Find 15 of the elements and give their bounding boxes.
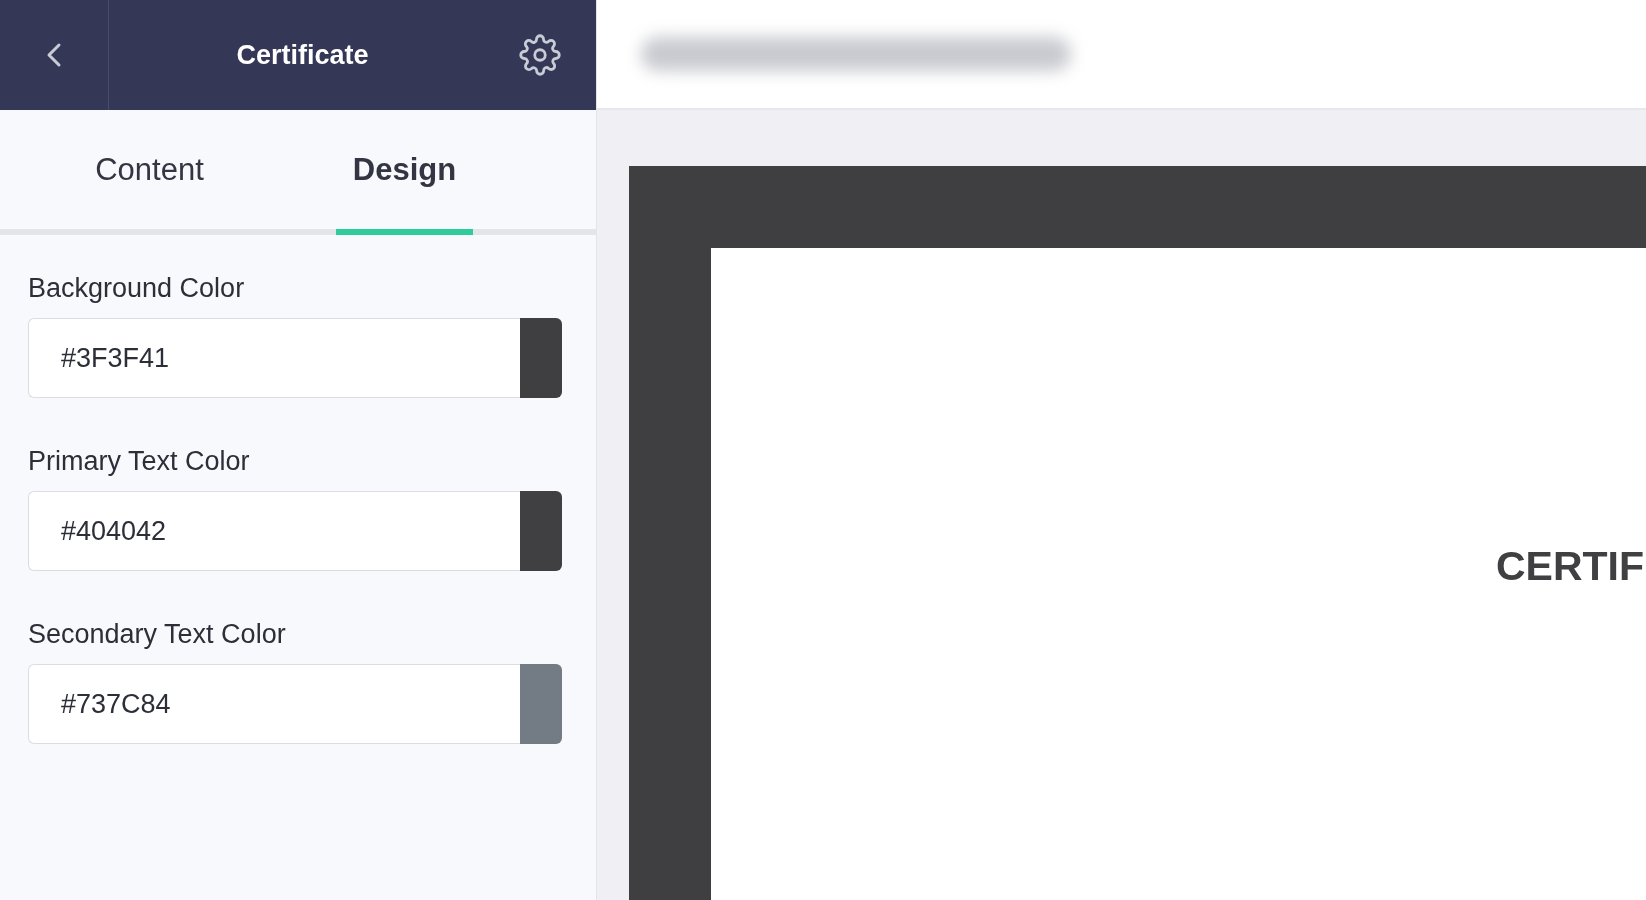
color-swatch[interactable]	[520, 318, 562, 398]
certificate-heading: CERTIF	[1495, 543, 1645, 590]
panel-title: Certificate	[235, 39, 370, 71]
color-input-field[interactable]: #404042	[28, 491, 520, 571]
color-swatch[interactable]	[520, 491, 562, 571]
tab[interactable]: Content	[81, 110, 218, 235]
field-label: Primary Text Color	[28, 446, 251, 477]
field-label: Background Color	[28, 273, 246, 304]
chevron-left-icon	[45, 42, 63, 68]
field-label: Secondary Text Color	[28, 619, 287, 650]
color-input-field[interactable]: #737C84	[28, 664, 520, 744]
color-swatch[interactable]	[520, 664, 562, 744]
settings-icon	[519, 34, 561, 76]
color-input-field[interactable]: #3F3F41	[28, 318, 520, 398]
tab[interactable]: Design	[336, 110, 473, 235]
